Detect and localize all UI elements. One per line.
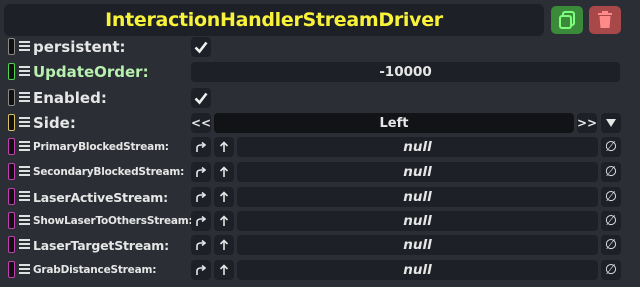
checkmark-icon bbox=[194, 92, 208, 105]
jump-to-icon bbox=[196, 141, 207, 152]
connector-update-order[interactable] bbox=[8, 63, 15, 80]
arrow-up-icon bbox=[219, 239, 229, 250]
field-label-enabled: Enabled: bbox=[33, 89, 107, 107]
checkmark-icon bbox=[194, 41, 208, 54]
jump-to-button[interactable] bbox=[191, 235, 211, 255]
jump-to-icon bbox=[196, 166, 207, 177]
field-row-stream: LaserTargetStream: null ∅ bbox=[0, 233, 640, 257]
stream-reference-value[interactable]: null bbox=[237, 235, 598, 255]
connector-enabled[interactable] bbox=[8, 89, 15, 106]
connector-stream[interactable] bbox=[8, 138, 15, 155]
component-title: InteractionHandlerStreamDriver bbox=[105, 9, 443, 31]
drag-handle-icon[interactable] bbox=[19, 166, 30, 177]
drag-handle-icon[interactable] bbox=[19, 215, 30, 226]
stream-reference-value[interactable]: null bbox=[237, 260, 598, 280]
jump-to-icon bbox=[196, 239, 207, 250]
field-label-stream: SecondaryBlockedStream: bbox=[33, 166, 185, 178]
clear-reference-button[interactable]: ∅ bbox=[601, 260, 621, 280]
connector-stream[interactable] bbox=[8, 261, 15, 278]
drag-handle-icon[interactable] bbox=[19, 141, 30, 152]
field-row-persistent: persistent: bbox=[0, 35, 640, 59]
connector-stream[interactable] bbox=[8, 212, 15, 229]
field-row-stream: GrabDistanceStream: null ∅ bbox=[0, 258, 640, 282]
field-row-stream: ShowLaserToOthersStream: null ∅ bbox=[0, 209, 640, 233]
move-up-button[interactable] bbox=[214, 260, 234, 280]
drag-handle-icon[interactable] bbox=[19, 92, 30, 103]
connector-stream[interactable] bbox=[8, 188, 15, 205]
delete-button[interactable] bbox=[589, 6, 621, 34]
component-title-box[interactable]: InteractionHandlerStreamDriver bbox=[4, 4, 544, 36]
trash-icon bbox=[598, 11, 612, 28]
inspector-panel: InteractionHandlerStreamDriver persisten… bbox=[0, 0, 640, 287]
clear-reference-button[interactable]: ∅ bbox=[601, 235, 621, 255]
persistent-checkbox[interactable] bbox=[191, 37, 211, 57]
side-next-button[interactable]: >> bbox=[577, 113, 597, 133]
field-row-update-order: UpdateOrder: -10000 bbox=[0, 60, 640, 84]
side-value: Left bbox=[214, 113, 574, 133]
triangle-down-icon bbox=[606, 119, 616, 127]
connector-side[interactable] bbox=[8, 114, 15, 131]
arrow-up-icon bbox=[219, 191, 229, 202]
jump-to-button[interactable] bbox=[191, 211, 211, 231]
drag-handle-icon[interactable] bbox=[19, 41, 30, 52]
arrow-up-icon bbox=[219, 264, 229, 275]
drag-handle-icon[interactable] bbox=[19, 117, 30, 128]
field-row-side: Side: << Left >> bbox=[0, 111, 640, 135]
stream-reference-value[interactable]: null bbox=[237, 162, 598, 182]
connector-stream[interactable] bbox=[8, 163, 15, 180]
arrow-up-icon bbox=[219, 141, 229, 152]
field-row-stream: SecondaryBlockedStream: null ∅ bbox=[0, 160, 640, 184]
arrow-up-icon bbox=[219, 215, 229, 226]
jump-to-icon bbox=[196, 215, 207, 226]
component-header: InteractionHandlerStreamDriver bbox=[0, 0, 640, 40]
field-label-stream: ShowLaserToOthersStream: bbox=[33, 215, 193, 227]
field-row-stream: LaserActiveStream: null ∅ bbox=[0, 185, 640, 209]
side-dropdown-button[interactable] bbox=[601, 113, 621, 133]
clear-reference-button[interactable]: ∅ bbox=[601, 137, 621, 157]
connector-persistent[interactable] bbox=[8, 38, 15, 55]
field-row-stream: PrimaryBlockedStream: null ∅ bbox=[0, 135, 640, 159]
move-up-button[interactable] bbox=[214, 162, 234, 182]
stream-reference-value[interactable]: null bbox=[237, 187, 598, 207]
field-label-side: Side: bbox=[33, 114, 76, 132]
jump-to-button[interactable] bbox=[191, 137, 211, 157]
drag-handle-icon[interactable] bbox=[19, 66, 30, 77]
move-up-button[interactable] bbox=[214, 137, 234, 157]
drag-handle-icon[interactable] bbox=[19, 239, 30, 250]
field-label-stream: PrimaryBlockedStream: bbox=[33, 141, 169, 153]
clear-reference-button[interactable]: ∅ bbox=[601, 187, 621, 207]
update-order-input[interactable]: -10000 bbox=[191, 62, 620, 82]
field-row-enabled: Enabled: bbox=[0, 86, 640, 110]
field-label-stream: LaserActiveStream: bbox=[33, 189, 168, 205]
move-up-button[interactable] bbox=[214, 211, 234, 231]
field-label-persistent: persistent: bbox=[33, 38, 126, 56]
duplicate-button[interactable] bbox=[551, 6, 583, 34]
jump-to-button[interactable] bbox=[191, 187, 211, 207]
enabled-checkbox[interactable] bbox=[191, 88, 211, 108]
field-label-stream: LaserTargetStream: bbox=[33, 237, 169, 253]
clear-reference-button[interactable]: ∅ bbox=[601, 162, 621, 182]
jump-to-button[interactable] bbox=[191, 162, 211, 182]
stream-reference-value[interactable]: null bbox=[237, 137, 598, 157]
side-prev-button[interactable]: << bbox=[191, 113, 211, 133]
move-up-button[interactable] bbox=[214, 187, 234, 207]
jump-to-icon bbox=[196, 264, 207, 275]
drag-handle-icon[interactable] bbox=[19, 191, 30, 202]
move-up-button[interactable] bbox=[214, 235, 234, 255]
drag-handle-icon[interactable] bbox=[19, 264, 30, 275]
clear-reference-button[interactable]: ∅ bbox=[601, 211, 621, 231]
connector-stream[interactable] bbox=[8, 236, 15, 253]
field-label-update-order: UpdateOrder: bbox=[33, 63, 149, 81]
field-label-stream: GrabDistanceStream: bbox=[33, 264, 157, 276]
duplicate-icon bbox=[559, 11, 575, 29]
stream-reference-value[interactable]: null bbox=[237, 211, 598, 231]
arrow-up-icon bbox=[219, 166, 229, 177]
jump-to-button[interactable] bbox=[191, 260, 211, 280]
jump-to-icon bbox=[196, 191, 207, 202]
